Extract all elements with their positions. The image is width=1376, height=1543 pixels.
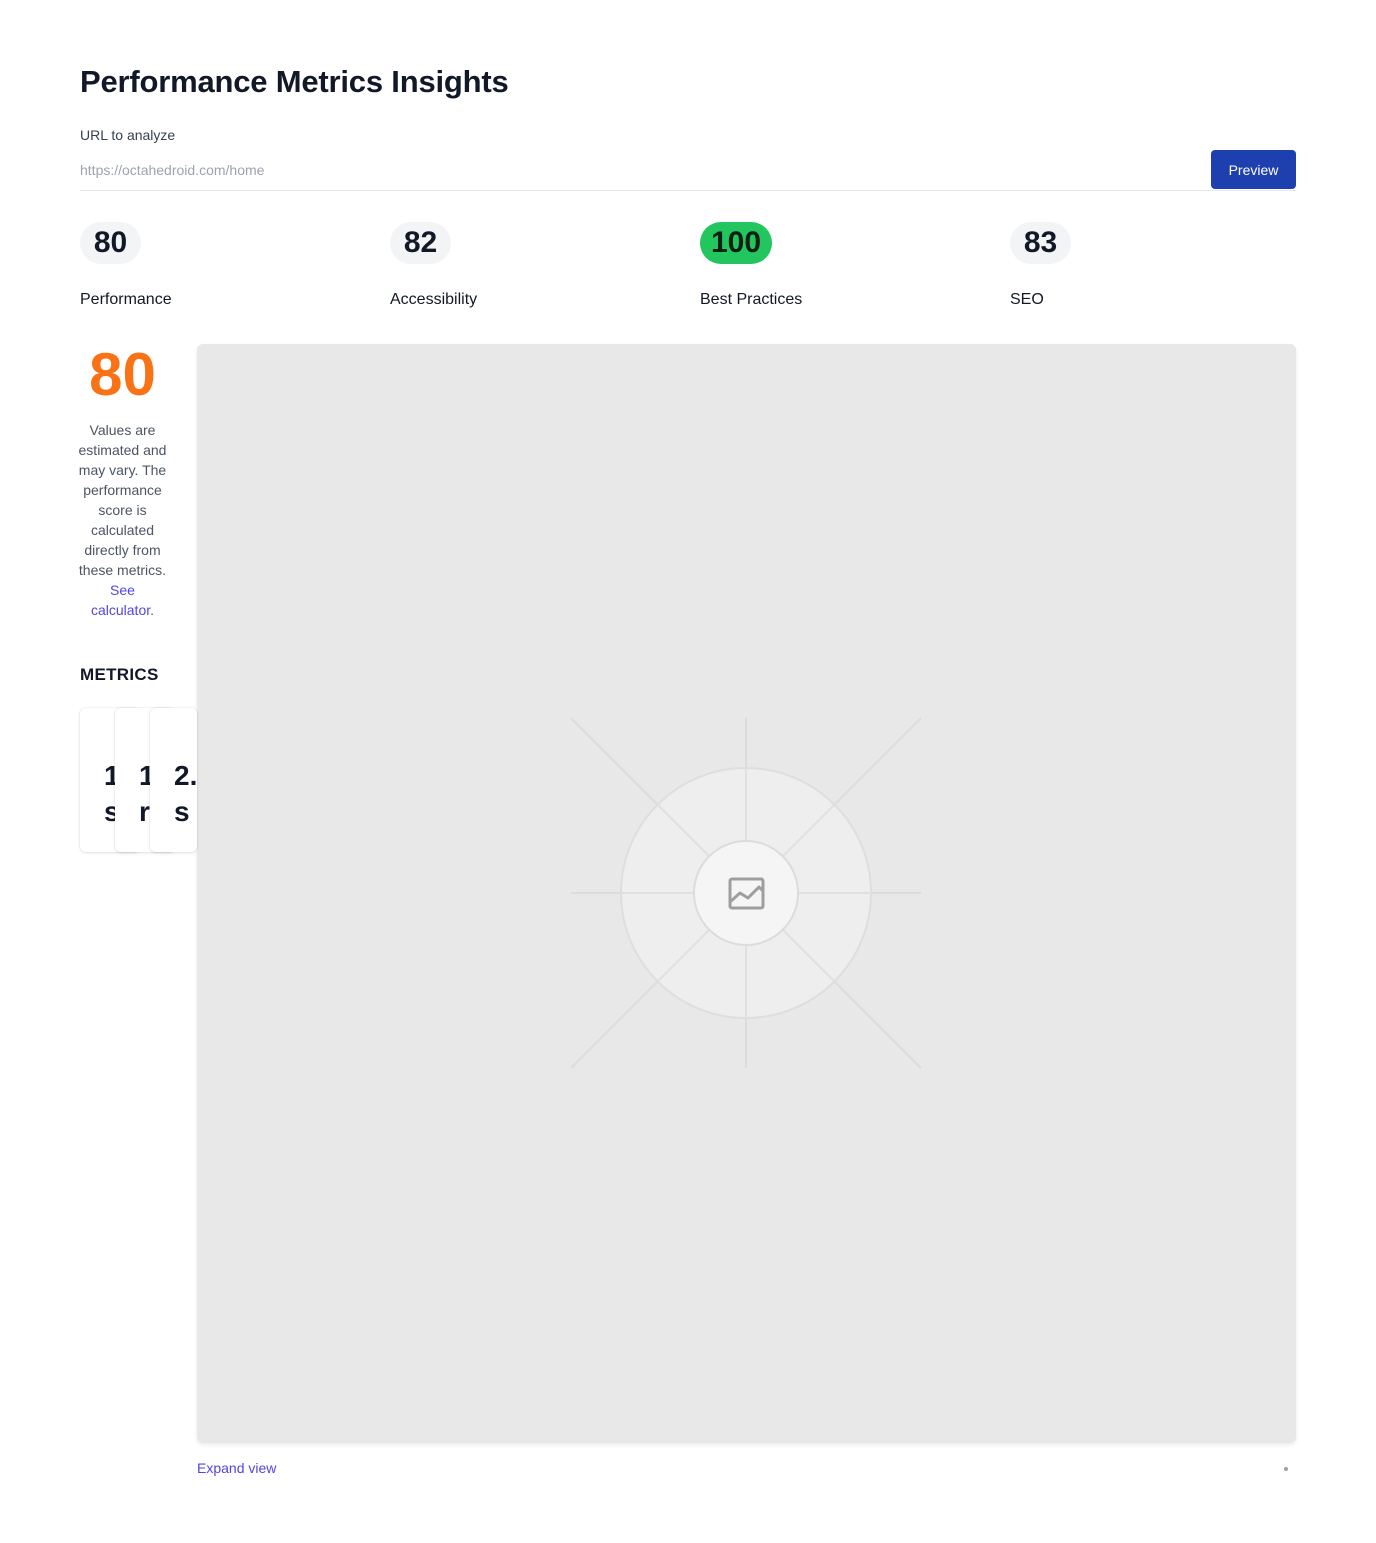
preview-button[interactable]: Preview xyxy=(1211,150,1296,189)
score-badge: 82 xyxy=(390,222,451,264)
score-label: Performance xyxy=(80,291,172,308)
calculator-link[interactable]: See calculator. xyxy=(91,582,154,618)
score-note-text: Values are estimated and may vary. The p… xyxy=(78,422,167,578)
score-label: SEO xyxy=(1010,291,1044,308)
score-card-best-practices[interactable]: 100 Best Practices xyxy=(700,222,802,309)
url-form: Preview xyxy=(80,150,1296,191)
status-dot xyxy=(1284,1467,1288,1471)
score-card-accessibility[interactable]: 82 Accessibility xyxy=(390,222,477,309)
url-field-label: URL to analyze xyxy=(80,127,176,143)
score-badge: 83 xyxy=(1010,222,1071,264)
metrics-heading: METRICS xyxy=(80,665,159,684)
image-placeholder-icon xyxy=(570,717,922,1069)
page-title: Performance Metrics Insights xyxy=(80,64,509,99)
metric-card[interactable]: 2. s xyxy=(150,708,197,852)
score-label: Best Practices xyxy=(700,291,803,308)
score-card-seo[interactable]: 83 SEO xyxy=(1010,222,1071,309)
performance-score: 80 xyxy=(89,341,156,408)
score-badge: 100 xyxy=(700,222,773,264)
page-preview[interactable] xyxy=(197,344,1296,1443)
expand-view-link[interactable]: Expand view xyxy=(197,1460,276,1476)
url-input[interactable] xyxy=(80,150,1200,190)
score-badge: 80 xyxy=(80,222,141,264)
score-card-performance[interactable]: 80 Performance xyxy=(80,222,172,309)
score-note: Values are estimated and may vary. The p… xyxy=(78,420,167,620)
metric-value: 2. s xyxy=(174,760,197,827)
score-label: Accessibility xyxy=(390,291,478,308)
